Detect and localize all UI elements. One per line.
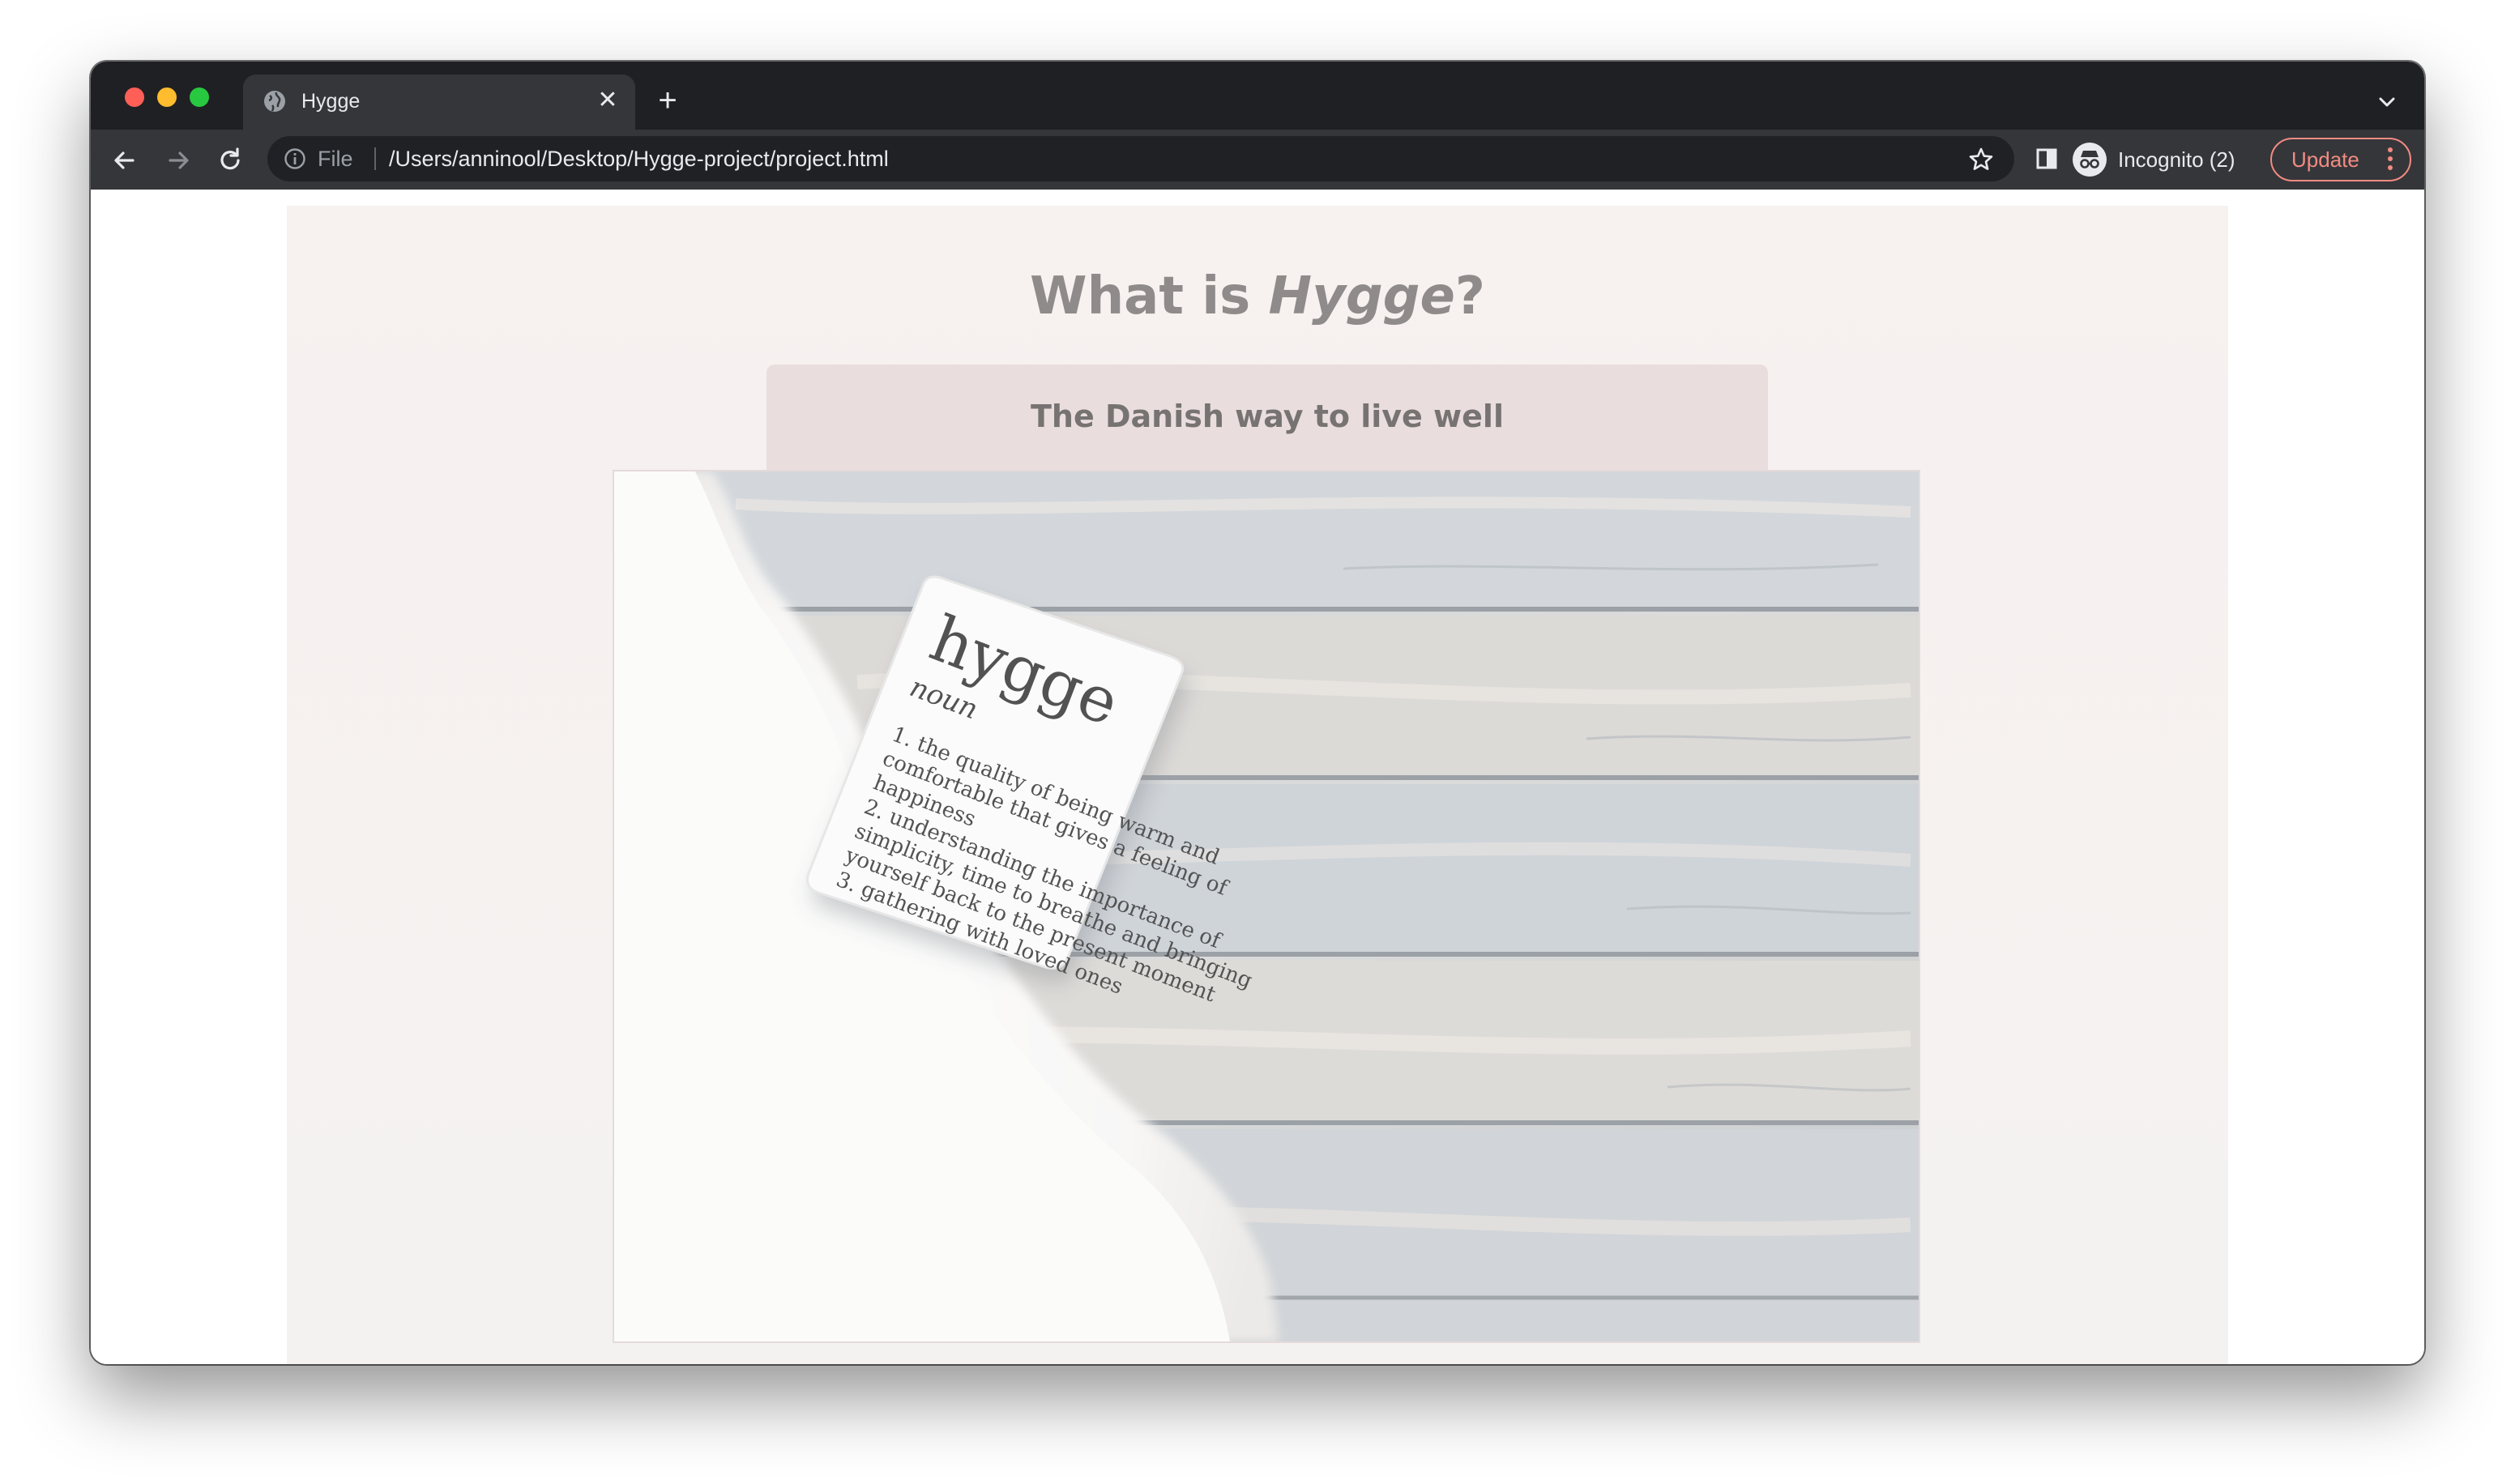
minimize-window-button[interactable] — [157, 87, 177, 107]
zoom-window-button[interactable] — [190, 87, 209, 107]
globe-icon — [264, 91, 285, 112]
forward-arrow-icon[interactable] — [162, 144, 194, 177]
address-bar[interactable]: File /Users/anninool/Desktop/Hygge-proje… — [267, 136, 2014, 181]
hero-image: hygge noun 1. the quality of being warm … — [613, 470, 1920, 1343]
back-arrow-icon[interactable] — [109, 144, 141, 177]
subtitle-banner: The Danish way to live well — [766, 365, 1768, 471]
scheme-label: File — [318, 147, 353, 171]
title-suffix: ? — [1454, 267, 1485, 326]
tab-title: Hygge — [301, 90, 361, 113]
browser-toolbar: File /Users/anninool/Desktop/Hygge-proje… — [91, 130, 2424, 190]
incognito-glyph-icon — [2080, 151, 2099, 168]
tab-strip: Hygge ✕ + — [91, 62, 2424, 130]
bookmark-star-icon[interactable] — [1967, 146, 1995, 173]
side-panel-icon[interactable] — [2034, 146, 2060, 172]
update-button[interactable]: Update — [2270, 138, 2411, 181]
info-icon[interactable] — [284, 147, 306, 170]
update-label: Update — [2291, 147, 2359, 172]
title-prefix: What is — [1030, 267, 1269, 326]
new-tab-button[interactable]: + — [651, 84, 684, 118]
content-card: What is Hygge? The Danish way to live we… — [287, 206, 2228, 1364]
reload-icon[interactable] — [214, 144, 246, 177]
url-text[interactable]: /Users/anninool/Desktop/Hygge-project/pr… — [389, 146, 889, 172]
tab-close-icon[interactable]: ✕ — [595, 87, 621, 113]
page-title: What is Hygge? — [287, 264, 2228, 329]
close-window-button[interactable] — [125, 87, 144, 107]
tab-hygge[interactable]: Hygge ✕ — [243, 75, 635, 130]
chevron-down-icon[interactable] — [2374, 89, 2400, 115]
incognito-icon[interactable] — [2073, 143, 2107, 177]
browser-window: Hygge ✕ + File /Users/anninool/Desktop/H… — [91, 62, 2424, 1364]
page-subtitle: The Danish way to live well — [1031, 399, 1504, 434]
address-divider — [374, 147, 376, 170]
title-emphasis: Hygge — [1268, 267, 1455, 326]
more-menu-icon[interactable] — [2387, 147, 2393, 173]
hygge-pillow-photo: hygge noun 1. the quality of being warm … — [614, 471, 1919, 1341]
page-viewport: What is Hygge? The Danish way to live we… — [91, 190, 2424, 1364]
incognito-label[interactable]: Incognito (2) — [2118, 146, 2235, 173]
